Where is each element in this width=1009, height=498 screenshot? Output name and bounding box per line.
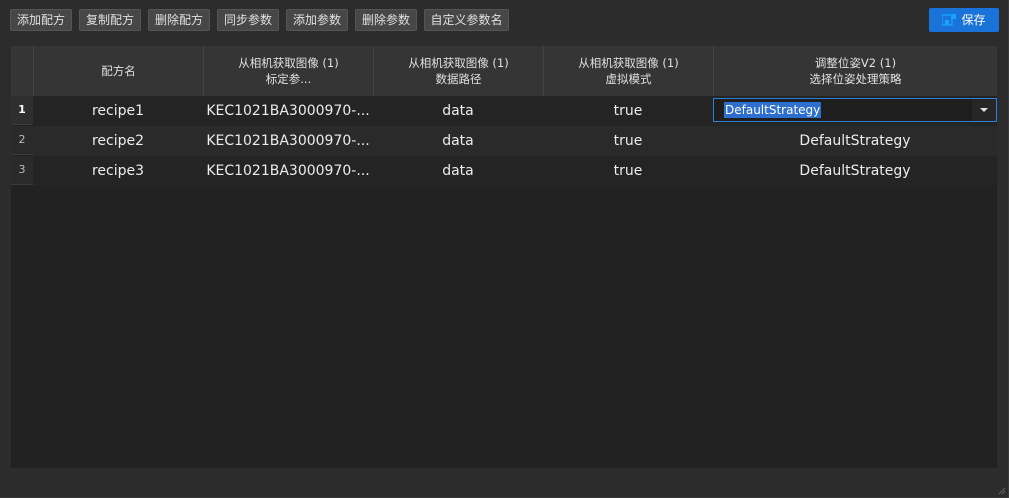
recipe-table: 配方名 从相机获取图像 (1) 标定参... 从相机获取图像 (1) 数据路径 … [11, 46, 997, 468]
pose-strategy-dropdown[interactable]: DefaultStrategy [713, 98, 997, 122]
copy-recipe-button[interactable]: 复制配方 [79, 9, 141, 31]
column-header-line1: 从相机获取图像 (1) [578, 56, 679, 70]
row-number[interactable]: 1 [11, 96, 33, 125]
cell-pose-strategy[interactable]: DefaultStrategy [713, 156, 997, 186]
add-param-button[interactable]: 添加参数 [286, 9, 348, 31]
column-header-line2: 选择位姿处理策略 [809, 72, 902, 86]
save-icon [942, 14, 957, 26]
custom-param-name-button[interactable]: 自定义参数名 [424, 9, 509, 31]
column-header-line1: 配方名 [101, 64, 136, 78]
add-recipe-button[interactable]: 添加配方 [10, 9, 72, 31]
table-row[interactable]: recipe2 KEC1021BA3000970-... data true D… [33, 126, 997, 156]
cell-recipe-name[interactable]: recipe3 [33, 156, 203, 186]
recipe-editor-window: 添加配方 复制配方 删除配方 同步参数 添加参数 删除参数 自定义参数名 保存 … [0, 0, 1009, 498]
cell-calibration[interactable]: KEC1021BA3000970-... [203, 96, 373, 126]
delete-param-button[interactable]: 删除参数 [355, 9, 417, 31]
column-header-data-path[interactable]: 从相机获取图像 (1) 数据路径 [373, 46, 543, 96]
table-corner [11, 46, 33, 96]
row-number[interactable]: 2 [11, 126, 33, 155]
delete-recipe-button[interactable]: 删除配方 [148, 9, 210, 31]
column-header-line2: 数据路径 [435, 72, 482, 86]
cell-data-path[interactable]: data [373, 96, 543, 126]
cell-virtual-mode[interactable]: true [543, 156, 713, 186]
column-header-line1: 从相机获取图像 (1) [238, 56, 339, 70]
cell-virtual-mode[interactable]: true [543, 126, 713, 156]
cell-pose-strategy[interactable]: DefaultStrategy [713, 126, 997, 156]
column-header-line2: 虚拟模式 [605, 72, 652, 86]
column-header-calibration[interactable]: 从相机获取图像 (1) 标定参... [203, 46, 373, 96]
column-header-pose-strategy[interactable]: 调整位姿V2 (1) 选择位姿处理策略 [713, 46, 997, 96]
column-header-line1: 调整位姿V2 (1) [814, 56, 897, 70]
cell-data-path[interactable]: data [373, 126, 543, 156]
column-header-recipe-name[interactable]: 配方名 [33, 46, 203, 96]
save-button-label: 保存 [961, 13, 986, 27]
cell-data-path[interactable]: data [373, 156, 543, 186]
cell-calibration[interactable]: KEC1021BA3000970-... [203, 156, 373, 186]
pose-strategy-selected-text[interactable]: DefaultStrategy [724, 102, 822, 118]
cell-recipe-name[interactable]: recipe1 [33, 96, 203, 126]
column-header-virtual-mode[interactable]: 从相机获取图像 (1) 虚拟模式 [543, 46, 713, 96]
table-row[interactable]: recipe3 KEC1021BA3000970-... data true D… [33, 156, 997, 186]
save-button[interactable]: 保存 [929, 8, 999, 32]
cell-recipe-name[interactable]: recipe2 [33, 126, 203, 156]
sync-params-button[interactable]: 同步参数 [217, 9, 279, 31]
chevron-down-icon [980, 108, 988, 112]
row-number[interactable]: 3 [11, 156, 33, 185]
cell-virtual-mode[interactable]: true [543, 96, 713, 126]
dropdown-arrow-button[interactable] [972, 99, 996, 121]
cell-calibration[interactable]: KEC1021BA3000970-... [203, 126, 373, 156]
column-header-line2: 标定参... [265, 72, 312, 86]
resize-grip-icon[interactable] [996, 485, 1006, 495]
column-header-line1: 从相机获取图像 (1) [408, 56, 509, 70]
